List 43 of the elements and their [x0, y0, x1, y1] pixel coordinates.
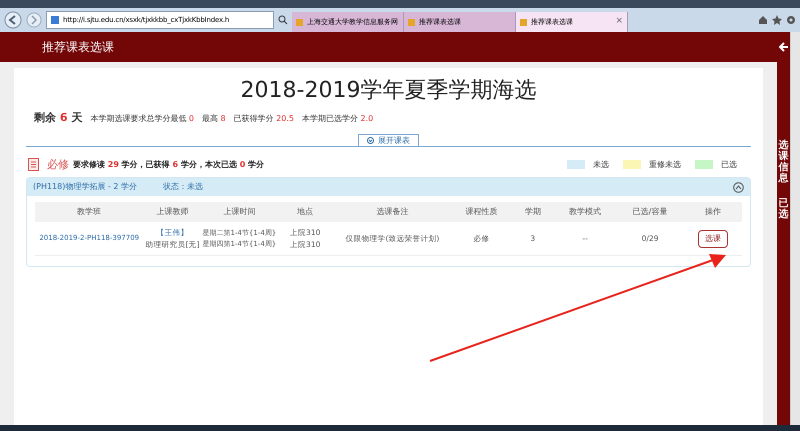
tab-icon	[408, 18, 415, 26]
settings-icon[interactable]	[786, 15, 796, 25]
legend-label: 重修未选	[649, 158, 681, 171]
search-icon[interactable]	[278, 15, 288, 25]
close-tab-button[interactable]: ×	[615, 15, 623, 29]
course-title: (PH118)物理学拓展 - 2 学分	[33, 181, 137, 193]
column-header: 学期	[524, 206, 542, 218]
column-header: 教学模式	[568, 206, 602, 218]
required-label: 必修	[47, 156, 69, 172]
column-header: 选课备注	[375, 206, 410, 218]
credit-stat: 最高 8	[202, 113, 226, 125]
side-panel-item[interactable]: 选课信息	[778, 140, 788, 184]
column-header: 教学班	[76, 206, 102, 218]
column-header: 已选/容量	[632, 206, 668, 218]
side-panel-item[interactable]: 已选	[778, 198, 788, 220]
arrow-left-icon[interactable]	[778, 42, 788, 52]
tab-icon	[296, 18, 303, 26]
column-header: 地点	[296, 206, 314, 218]
page-header-title: 推荐课表选课	[42, 39, 114, 56]
star-icon[interactable]	[772, 15, 782, 25]
expand-icon	[367, 136, 374, 144]
home-icon[interactable]	[758, 15, 768, 25]
page-title: 2018-2019学年夏季学期海选	[240, 77, 538, 105]
site-icon	[51, 16, 59, 24]
required-summary: 要求修读 29 学分，已获得 6 学分，本次已选 0 学分	[73, 158, 264, 171]
expand-schedule-tab[interactable]: 展开课表	[358, 134, 419, 146]
column-header: 上课教师	[156, 206, 190, 218]
course-bar[interactable]: (PH118)物理学拓展 - 2 学分 状态：未选	[27, 178, 750, 196]
select-course-button[interactable]: 选课	[698, 230, 728, 248]
column-header: 操作	[704, 206, 722, 218]
column-header: 课程性质	[464, 206, 498, 218]
legend-label: 未选	[593, 158, 609, 171]
credit-stat: 已获得学分 20.5	[234, 113, 294, 125]
course-status: 状态：未选	[162, 181, 203, 193]
tab-icon	[520, 18, 527, 26]
back-icon[interactable]	[4, 11, 22, 29]
days-remaining: 剩余 6 天	[34, 110, 82, 126]
document-icon	[28, 158, 39, 172]
column-header: 上课时间	[222, 206, 256, 218]
legend-label: 已选	[721, 158, 737, 171]
collapse-icon[interactable]	[733, 182, 744, 192]
credit-stat: 本学期选课要求总学分最低 0	[90, 113, 194, 125]
credit-stat: 本学期已选学分 2.0	[302, 113, 374, 125]
